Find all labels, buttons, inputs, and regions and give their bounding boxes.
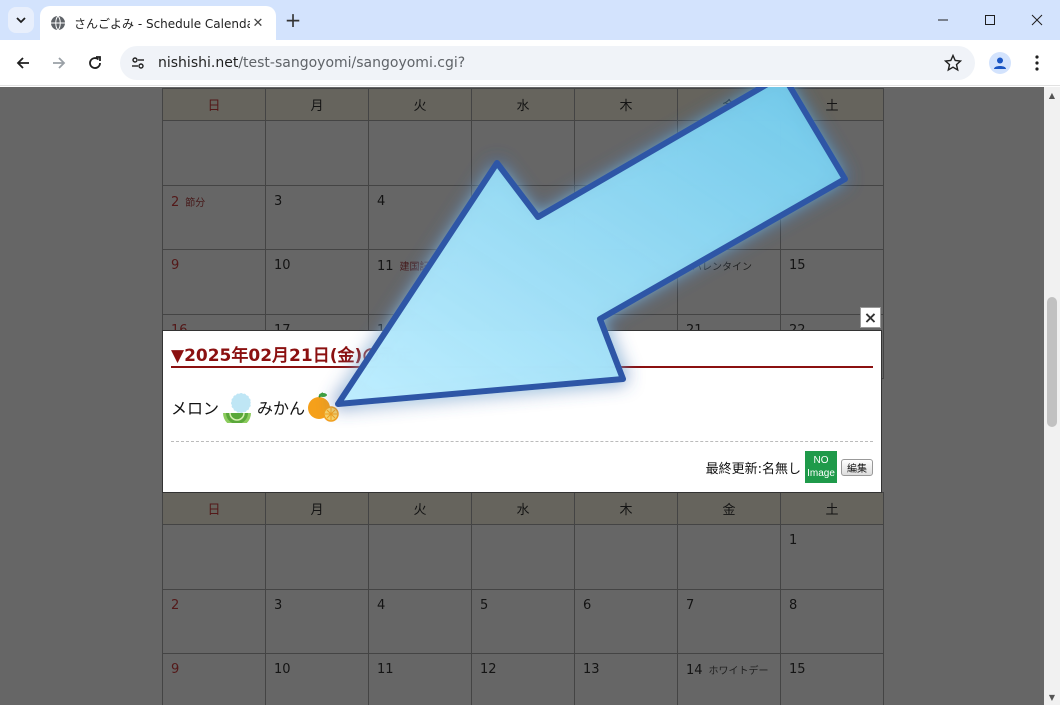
new-tab-button[interactable]: +: [282, 8, 304, 32]
back-button[interactable]: [9, 49, 37, 77]
edit-button[interactable]: 編集: [841, 458, 873, 476]
reload-icon: [89, 56, 101, 69]
scroll-thumb[interactable]: [1047, 297, 1057, 427]
minimize-button[interactable]: [920, 0, 966, 40]
minimize-icon: [938, 19, 948, 21]
no-image-line: NO: [813, 455, 829, 466]
more-vertical-icon: [1035, 55, 1039, 71]
forward-arrow-icon: [53, 57, 66, 69]
no-image-avatar: NO Image: [805, 451, 837, 483]
page-scrollbar[interactable]: ▲ ▼: [1044, 87, 1060, 705]
browser-menu-button[interactable]: [1026, 52, 1048, 74]
tab-search-button[interactable]: [8, 7, 34, 33]
page-viewport: 日 月 火 水 木 金 土 2節分3491011建国記念の日バレンタイン1516…: [0, 87, 1044, 705]
close-window-button[interactable]: [1014, 0, 1060, 40]
schedule-popup: ▼2025年02月21日(金)の予定 メロン みかん 最終更新:名無し NO I…: [162, 330, 882, 493]
url-path: /test-sangoyomi/sangoyomi.cgi?: [238, 55, 466, 71]
star-icon: [944, 54, 962, 72]
orange-icon: [308, 392, 339, 422]
bookmark-button[interactable]: [943, 53, 963, 73]
forward-button[interactable]: [45, 49, 73, 77]
popup-title: ▼2025年02月21日(金)の予定: [171, 341, 873, 368]
tab-title: さんごよみ - Schedule Calendar -: [74, 16, 250, 31]
url-host: nishishi.net: [158, 55, 239, 71]
chevron-down-icon: [16, 17, 26, 24]
reload-button[interactable]: [81, 49, 109, 77]
maximize-icon: [985, 15, 995, 25]
url-text[interactable]: nishishi.net/test-sangoyomi/sangoyomi.cg…: [158, 55, 465, 71]
melon-icon: [223, 392, 252, 423]
popup-close-button[interactable]: ×: [860, 307, 881, 328]
globe-icon: [51, 15, 65, 31]
popup-divider: [171, 441, 873, 442]
person-icon: [994, 57, 1006, 69]
no-image-line: Image: [807, 468, 835, 479]
popup-footer: 最終更新:名無し NO Image 編集: [706, 451, 873, 483]
scroll-down-icon[interactable]: ▼: [1044, 689, 1060, 705]
last-updated-text: 最終更新:名無し: [705, 461, 801, 477]
schedule-items: メロン みかん: [171, 391, 343, 423]
tab-strip: さんごよみ - Schedule Calendar - ✕ +: [0, 0, 1060, 40]
close-icon: [1031, 14, 1043, 26]
browser-tab[interactable]: さんごよみ - Schedule Calendar - ✕: [40, 6, 276, 40]
profile-button[interactable]: [989, 52, 1011, 74]
address-bar[interactable]: nishishi.net/test-sangoyomi/sangoyomi.cg…: [120, 46, 975, 80]
scroll-up-icon[interactable]: ▲: [1044, 87, 1060, 103]
browser-toolbar: nishishi.net/test-sangoyomi/sangoyomi.cg…: [0, 40, 1060, 86]
close-tab-icon[interactable]: ✕: [250, 15, 266, 31]
schedule-item-label: メロン: [171, 399, 220, 418]
maximize-button[interactable]: [967, 0, 1013, 40]
back-arrow-icon: [16, 57, 29, 69]
site-info-button[interactable]: [128, 53, 148, 73]
tune-icon: [132, 57, 144, 69]
schedule-item-label: みかん: [257, 399, 306, 418]
